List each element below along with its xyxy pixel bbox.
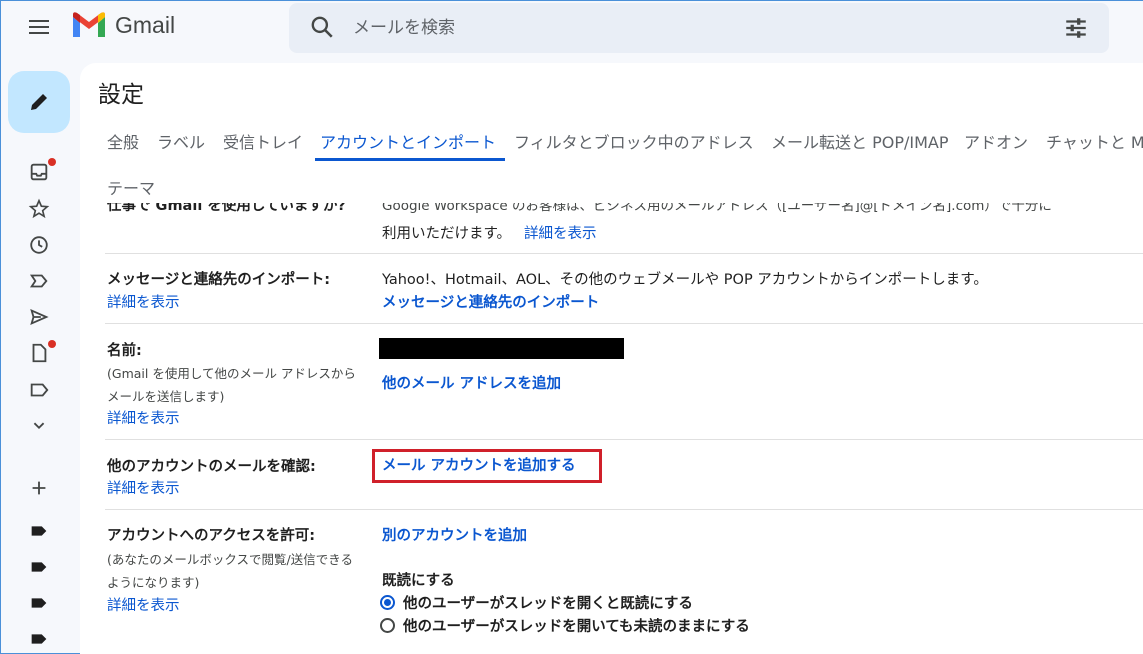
mark-read-option-label: 他のユーザーがスレッドを開くと既読にする	[403, 596, 693, 612]
tab-accounts-import[interactable]: アカウントとインポート	[320, 129, 496, 153]
settings-panel: 設定 全般 ラベル 受信トレイ アカウントとインポート フィルタとブロック中のア…	[80, 63, 1143, 654]
grant-sub-2: ようになります)	[107, 575, 200, 590]
tab-inbox[interactable]: 受信トレイ	[223, 129, 303, 153]
inbox-notification-dot	[48, 158, 56, 166]
import-label: メッセージと連絡先のインポート:	[107, 272, 331, 288]
important-icon[interactable]	[28, 270, 50, 292]
work-learn-more-link[interactable]: 詳細を表示	[524, 222, 597, 243]
tab-filters[interactable]: フィルタとブロック中のアドレス	[514, 129, 754, 153]
search-bar	[289, 3, 1109, 53]
tab-chat[interactable]: チャットと M	[1046, 129, 1143, 153]
keep-unread-option[interactable]: 他のユーザーがスレッドを開いても未読のままにする	[380, 615, 750, 636]
radio-unselected-icon[interactable]	[380, 618, 395, 633]
label-filled-icon[interactable]	[28, 520, 50, 542]
import-description: Yahoo!、Hotmail、AOL、その他のウェブメールや POP アカウント…	[382, 272, 988, 288]
star-icon[interactable]	[28, 198, 50, 220]
add-another-account-link[interactable]: 別のアカウントを追加	[382, 524, 527, 545]
name-sub-2: メールを送信します)	[107, 389, 225, 404]
tab-addons[interactable]: アドオン	[964, 129, 1028, 153]
tab-themes[interactable]: テーマ	[107, 175, 155, 199]
plus-icon[interactable]	[28, 477, 50, 499]
tab-forwarding-pop-imap[interactable]: メール転送と POP/IMAP	[771, 129, 949, 153]
tab-labels[interactable]: ラベル	[157, 129, 205, 153]
top-bar: Gmail	[1, 1, 1143, 63]
keep-unread-option-label: 他のユーザーがスレッドを開いても未読のままにする	[403, 619, 750, 635]
highlight-box	[372, 449, 602, 483]
draft-notification-dot	[48, 340, 56, 348]
row-divider	[105, 509, 1143, 510]
import-messages-contacts-link[interactable]: メッセージと連絡先のインポート	[382, 291, 599, 312]
settings-content: 仕事で Gmail を使用していますか? Google Workspace のお…	[80, 203, 1143, 654]
check-mail-label: 他のアカウントのメールを確認:	[107, 459, 316, 475]
search-options-icon[interactable]	[1063, 15, 1089, 41]
name-learn-more-link[interactable]: 詳細を表示	[107, 407, 180, 428]
pencil-icon	[31, 94, 47, 110]
name-label: 名前:	[107, 343, 142, 359]
label-filled-icon[interactable]	[28, 628, 50, 650]
gmail-m-icon	[73, 12, 105, 37]
active-tab-indicator	[315, 158, 505, 161]
inbox-icon[interactable]	[28, 161, 50, 183]
clock-icon[interactable]	[28, 234, 50, 256]
send-icon[interactable]	[28, 306, 50, 328]
grant-sub-1: (あなたのメールボックスで閲覧/送信できる	[107, 552, 353, 567]
app-name: Gmail	[115, 11, 176, 38]
label-icon[interactable]	[28, 379, 50, 401]
row-divider	[105, 323, 1143, 324]
row-divider	[105, 439, 1143, 440]
label-filled-icon[interactable]	[28, 592, 50, 614]
work-gmail-description-2: 利用いただけます。	[382, 226, 512, 242]
row-divider	[105, 253, 1143, 254]
work-gmail-description: Google Workspace のお客様は、ビジネス用のメールアドレス（[ユー…	[382, 203, 1052, 214]
grant-access-label: アカウントへのアクセスを許可:	[107, 528, 316, 544]
tab-general[interactable]: 全般	[107, 129, 139, 153]
compose-button[interactable]	[8, 71, 70, 133]
name-sub-1: (Gmail を使用して他のメール アドレスから	[107, 366, 356, 381]
label-filled-icon[interactable]	[28, 556, 50, 578]
redacted-name	[379, 338, 624, 359]
mark-as-read-heading: 既読にする	[382, 573, 455, 589]
draft-icon[interactable]	[28, 342, 50, 364]
mark-read-option[interactable]: 他のユーザーがスレッドを開くと既読にする	[380, 592, 693, 613]
import-learn-more-link[interactable]: 詳細を表示	[107, 291, 180, 312]
work-gmail-label: 仕事で Gmail を使用していますか?	[107, 203, 346, 214]
grant-learn-more-link[interactable]: 詳細を表示	[107, 594, 180, 615]
hamburger-icon	[29, 20, 49, 22]
gmail-logo[interactable]: Gmail	[71, 11, 175, 39]
search-input[interactable]	[353, 11, 1033, 45]
main-menu-button[interactable]	[23, 13, 55, 41]
check-mail-learn-more-link[interactable]: 詳細を表示	[107, 477, 180, 498]
radio-selected-icon[interactable]	[380, 595, 395, 610]
add-other-email-link[interactable]: 他のメール アドレスを追加	[382, 372, 561, 393]
search-icon[interactable]	[309, 14, 335, 40]
page-title: 設定	[98, 82, 144, 108]
chevron-down-icon[interactable]	[28, 414, 50, 436]
